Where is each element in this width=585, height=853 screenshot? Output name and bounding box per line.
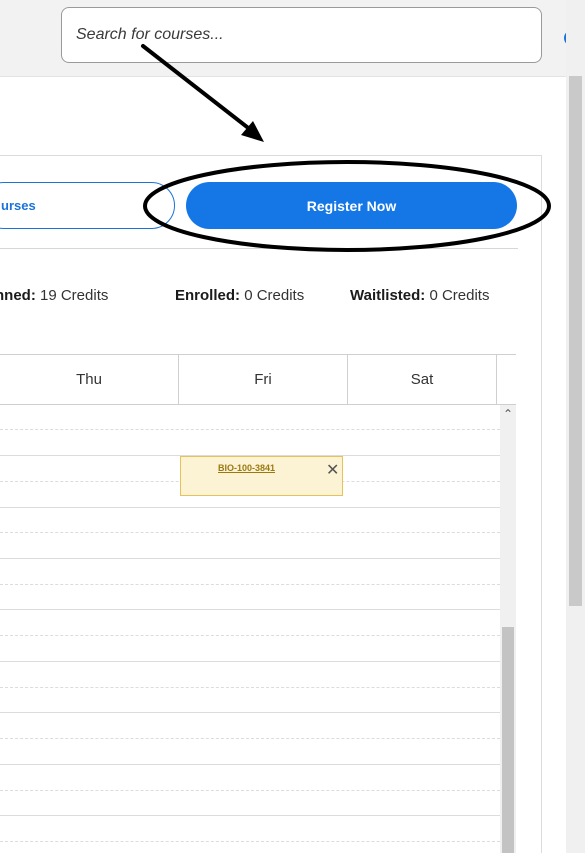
annotation-arrowhead xyxy=(241,121,264,142)
calendar-scrollbar-thumb[interactable] xyxy=(502,627,514,853)
search-input[interactable] xyxy=(76,20,476,50)
page-scrollbar-thumb[interactable] xyxy=(569,76,582,606)
close-icon[interactable]: ✕ xyxy=(326,463,339,479)
half-hour-line xyxy=(0,687,500,688)
waitlisted-label: Waitlisted: xyxy=(350,287,426,304)
scroll-up-icon[interactable]: ⌃ xyxy=(503,407,513,421)
courses-button-label: urses xyxy=(1,198,36,213)
half-hour-line xyxy=(0,429,500,430)
waitlisted-value: 0 Credits xyxy=(429,287,490,304)
half-hour-line xyxy=(0,738,500,739)
waitlisted-credits: Waitlisted: 0 Credits xyxy=(350,287,489,304)
day-header-fri: Fri xyxy=(179,355,348,404)
course-search xyxy=(61,7,584,63)
half-hour-line xyxy=(0,532,500,533)
top-bar xyxy=(0,0,584,77)
enrolled-label: Enrolled: xyxy=(175,287,241,304)
day-header-thu: Thu xyxy=(0,355,179,404)
planned-value: 19 Credits xyxy=(40,287,109,304)
hour-line xyxy=(0,609,500,610)
hour-line xyxy=(0,558,500,559)
divider xyxy=(0,248,518,249)
calendar-scrollbar[interactable]: ⌃ xyxy=(500,405,516,853)
course-event[interactable]: BIO-100-3841 ✕ xyxy=(180,456,343,496)
register-now-button[interactable]: Register Now xyxy=(186,182,517,229)
hour-line xyxy=(0,661,500,662)
enrolled-credits: Enrolled: 0 Credits xyxy=(175,287,304,304)
planned-label: nned: xyxy=(0,287,36,304)
courses-button[interactable]: urses xyxy=(0,182,175,229)
hour-line xyxy=(0,507,500,508)
half-hour-line xyxy=(0,584,500,585)
half-hour-line xyxy=(0,790,500,791)
calendar-header: Thu Fri Sat xyxy=(0,354,516,405)
half-hour-line xyxy=(0,635,500,636)
course-code-link[interactable]: BIO-100-3841 xyxy=(218,463,275,473)
half-hour-line xyxy=(0,841,500,842)
day-header-sat: Sat xyxy=(348,355,497,404)
planned-credits: nned: 19 Credits xyxy=(0,287,108,304)
page-scrollbar[interactable] xyxy=(566,0,585,853)
hour-line xyxy=(0,712,500,713)
enrolled-value: 0 Credits xyxy=(244,287,305,304)
hour-line xyxy=(0,815,500,816)
hour-line xyxy=(0,764,500,765)
